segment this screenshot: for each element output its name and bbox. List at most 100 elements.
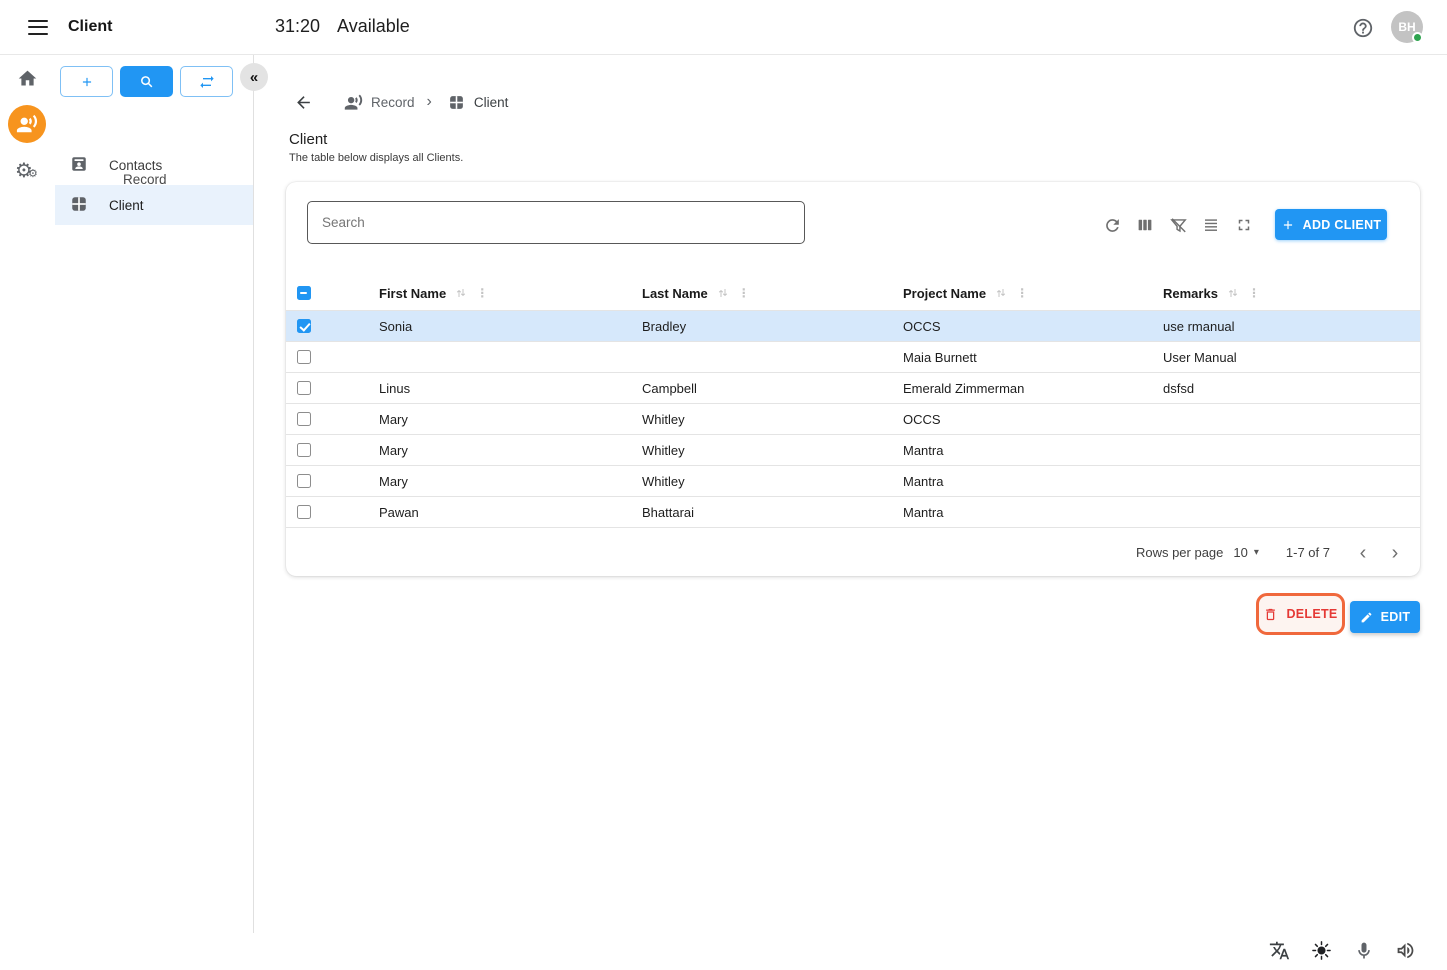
table-header-row: First Name ⋮ Last Name ⋮ Project Name ⋮ … [286, 276, 1420, 311]
page-title: Client [289, 131, 327, 148]
settings-icon[interactable]: ⚙ ⚙ [15, 158, 33, 183]
rows-per-page-select[interactable]: 10 ▾ [1233, 545, 1259, 560]
add-record-button[interactable] [60, 66, 113, 97]
cell-last-name: Whitley [642, 474, 903, 489]
column-header-project-name[interactable]: Project Name ⋮ [903, 286, 1163, 301]
sidebar-divider [253, 55, 254, 933]
cell-first-name: Sonia [379, 319, 642, 334]
delete-button-highlight-ring: DELETE [1256, 593, 1345, 635]
search-input[interactable] [307, 201, 805, 244]
row-checkbox[interactable] [297, 381, 311, 395]
record-voice-icon [344, 93, 363, 112]
breadcrumb-parent[interactable]: Record [371, 95, 415, 110]
sidebar-collapse-button[interactable]: « [240, 63, 268, 91]
table-body: Sonia Bradley OCCS use rmanual Maia Burn… [286, 311, 1420, 528]
sort-icon[interactable] [1227, 287, 1239, 299]
table-row[interactable]: Linus Campbell Emerald Zimmerman dsfsd [286, 373, 1420, 404]
client-table: First Name ⋮ Last Name ⋮ Project Name ⋮ … [286, 276, 1420, 528]
add-client-button[interactable]: ADD CLIENT [1275, 209, 1387, 240]
settings-sub-gear-icon: ⚙ [28, 167, 38, 180]
cell-project-name: OCCS [903, 412, 1163, 427]
cell-last-name: Whitley [642, 443, 903, 458]
cell-first-name: Mary [379, 443, 642, 458]
row-checkbox[interactable] [297, 474, 311, 488]
refresh-icon[interactable] [1102, 215, 1122, 235]
table-row[interactable]: Pawan Bhattarai Mantra [286, 497, 1420, 528]
plus-icon [1281, 218, 1295, 232]
cell-project-name: Maia Burnett [903, 350, 1163, 365]
table-toolbar [1102, 215, 1254, 235]
row-checkbox[interactable] [297, 350, 311, 364]
volume-icon[interactable] [1395, 940, 1416, 961]
hamburger-menu-icon[interactable] [28, 20, 48, 35]
breadcrumb-chevron-icon: › [427, 93, 432, 111]
swap-button[interactable] [180, 66, 233, 97]
session-timer: 31:20 [275, 16, 320, 37]
sidebar-item-contacts[interactable]: Contacts [55, 145, 253, 185]
delete-button[interactable]: DELETE [1263, 607, 1337, 622]
column-header-remarks[interactable]: Remarks ⋮ [1163, 286, 1420, 301]
sort-icon[interactable] [995, 287, 1007, 299]
column-menu-icon[interactable]: ⋮ [1248, 286, 1260, 300]
translate-icon[interactable] [1269, 940, 1290, 961]
column-header-first-name[interactable]: First Name ⋮ [379, 286, 642, 301]
fullscreen-icon[interactable] [1234, 215, 1254, 235]
row-checkbox[interactable] [297, 505, 311, 519]
table-row[interactable]: Maia Burnett User Manual [286, 342, 1420, 373]
cell-project-name: Mantra [903, 505, 1163, 520]
help-icon[interactable] [1352, 17, 1374, 39]
select-all-checkbox[interactable] [297, 286, 311, 300]
cell-first-name: Mary [379, 474, 642, 489]
sort-icon[interactable] [455, 287, 467, 299]
presence-indicator [1412, 32, 1423, 43]
rows-per-page-label: Rows per page [1136, 545, 1223, 560]
cell-remarks: use rmanual [1163, 319, 1420, 334]
microphone-icon[interactable] [1353, 940, 1374, 961]
next-page-icon[interactable]: › [1384, 542, 1406, 564]
app-window: Client 31:20 Available BH ⚙ ⚙ [0, 0, 1447, 970]
brightness-icon[interactable] [1311, 940, 1332, 961]
previous-page-icon[interactable]: ‹ [1352, 542, 1374, 564]
breadcrumb: Record › Client [294, 91, 508, 113]
sidebar-item-label: Client [109, 198, 144, 213]
system-tray [1269, 940, 1416, 961]
column-header-last-name[interactable]: Last Name ⋮ [642, 286, 903, 301]
client-grid-icon [448, 94, 465, 111]
cell-first-name: Mary [379, 412, 642, 427]
cell-project-name: OCCS [903, 319, 1163, 334]
row-checkbox[interactable] [297, 412, 311, 426]
home-icon[interactable] [17, 68, 38, 94]
search-mode-button[interactable] [120, 66, 173, 97]
row-checkbox[interactable] [297, 319, 311, 333]
table-row[interactable]: Sonia Bradley OCCS use rmanual [286, 311, 1420, 342]
filter-off-icon[interactable] [1168, 215, 1188, 235]
cell-last-name: Bradley [642, 319, 903, 334]
grid-icon [70, 195, 88, 216]
cell-remarks: User Manual [1163, 350, 1420, 365]
cell-last-name: Whitley [642, 412, 903, 427]
pagination-bar: Rows per page 10 ▾ 1-7 of 7 ‹ › [286, 529, 1420, 576]
table-row[interactable]: Mary Whitley Mantra [286, 435, 1420, 466]
view-columns-icon[interactable] [1135, 215, 1155, 235]
cell-project-name: Mantra [903, 443, 1163, 458]
cell-first-name: Pawan [379, 505, 642, 520]
record-module-icon[interactable] [8, 105, 46, 143]
table-row[interactable]: Mary Whitley OCCS [286, 404, 1420, 435]
top-bar: Client 31:20 Available BH [0, 0, 1447, 55]
column-menu-icon[interactable]: ⋮ [476, 286, 488, 300]
caret-down-icon: ▾ [1254, 547, 1259, 558]
edit-button[interactable]: EDIT [1350, 601, 1420, 633]
contacts-icon [70, 155, 88, 176]
column-menu-icon[interactable]: ⋮ [738, 286, 750, 300]
cell-project-name: Mantra [903, 474, 1163, 489]
table-row[interactable]: Mary Whitley Mantra [286, 466, 1420, 497]
sidebar-item-client[interactable]: Client [55, 185, 253, 225]
breadcrumb-current: Client [474, 95, 509, 110]
density-icon[interactable] [1201, 215, 1221, 235]
back-arrow-icon[interactable] [294, 93, 313, 112]
app-title: Client [68, 18, 112, 36]
row-checkbox[interactable] [297, 443, 311, 457]
column-menu-icon[interactable]: ⋮ [1016, 286, 1028, 300]
trash-icon [1263, 607, 1278, 622]
sort-icon[interactable] [717, 287, 729, 299]
